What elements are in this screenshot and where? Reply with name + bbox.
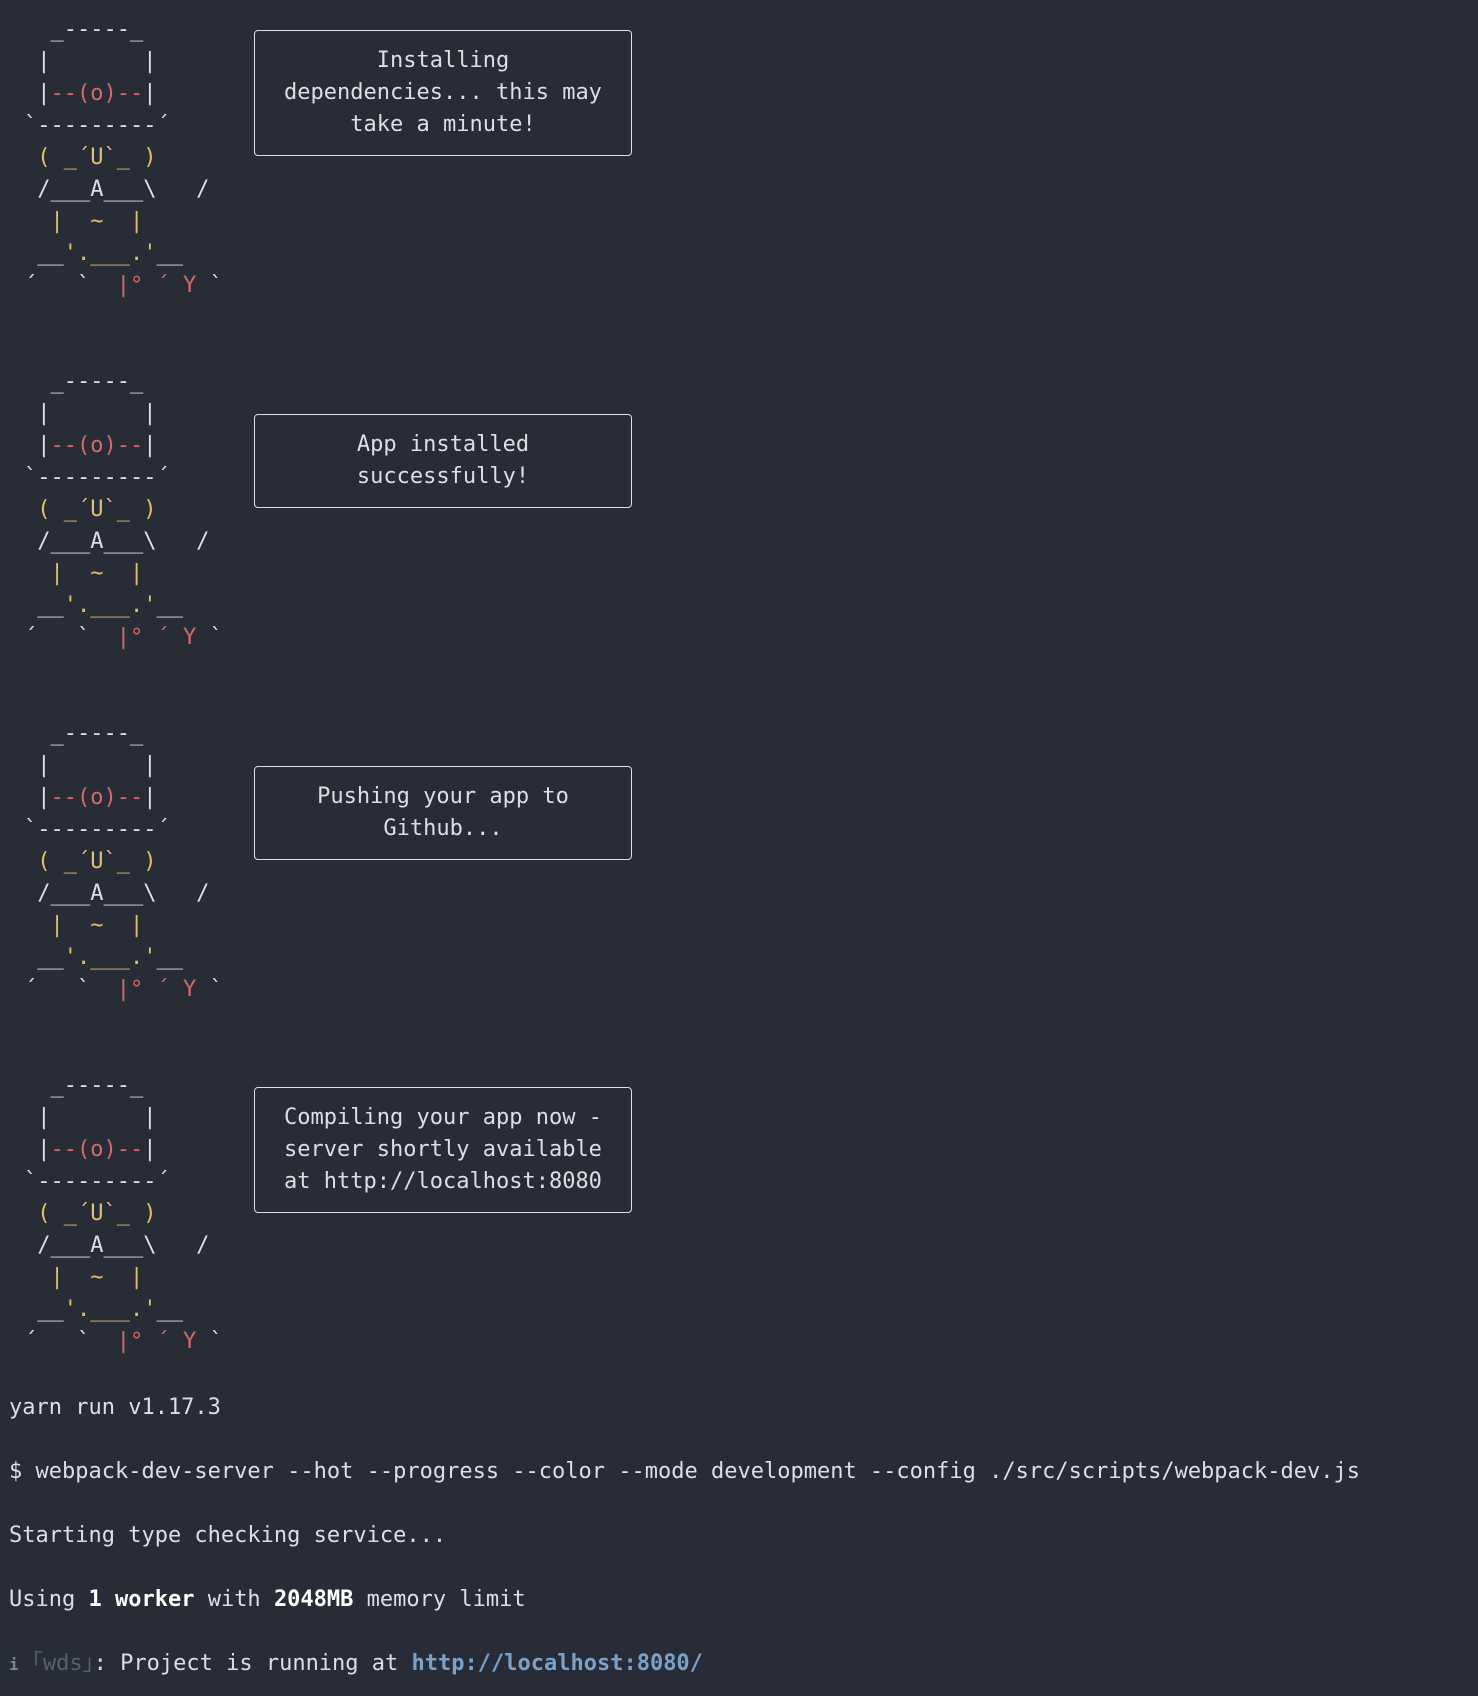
yarn-version-line: yarn run v1.17.3	[9, 1395, 221, 1420]
speech-bubble: Pushing your app to Github...	[254, 766, 632, 860]
info-icon: i	[9, 1655, 19, 1674]
step-compiling: _-----_ | | |--(o)--| `---------´ ( _´U`…	[0, 1070, 700, 1370]
running-text: : Project is running at	[93, 1651, 412, 1676]
localhost-link[interactable]: http://localhost:8080/	[412, 1651, 703, 1676]
command-line: $ webpack-dev-server --hot --progress --…	[9, 1459, 1361, 1484]
speech-bubble: Installing dependencies... this may take…	[254, 30, 632, 156]
wds-status-line: i ｢wds｣: Project is running at http://lo…	[9, 1648, 703, 1681]
using-prefix: Using	[9, 1587, 89, 1612]
terminal-window: _-----_ | | |--(o)--| `---------´ ( _´U`…	[0, 0, 1478, 1696]
yeoman-ascii-art: _-----_ | | |--(o)--| `---------´ ( _´U`…	[24, 369, 223, 650]
worker-count: 1 worker	[88, 1587, 195, 1612]
speech-bubble: App installed successfully!	[254, 414, 632, 508]
worker-line: Using 1 worker with 2048MB memory limit	[9, 1584, 526, 1616]
wds-tag: ｢wds｣	[31, 1651, 94, 1676]
memory-limit-value: 2048MB	[273, 1587, 354, 1612]
limit-text: memory limit	[353, 1587, 526, 1612]
step-installing: _-----_ | | |--(o)--| `---------´ ( _´U`…	[0, 14, 700, 314]
type-check-line: Starting type checking service...	[9, 1523, 447, 1548]
step-pushing: _-----_ | | |--(o)--| `---------´ ( _´U`…	[0, 718, 700, 1018]
yeoman-ascii-art: _-----_ | | |--(o)--| `---------´ ( _´U`…	[24, 721, 223, 1002]
yeoman-ascii-art: _-----_ | | |--(o)--| `---------´ ( _´U`…	[24, 17, 223, 298]
speech-bubble: Compiling your app now - server shortly …	[254, 1087, 632, 1213]
with-text: with	[194, 1587, 274, 1612]
yeoman-ascii-art: _-----_ | | |--(o)--| `---------´ ( _´U`…	[24, 1073, 223, 1354]
step-installed: _-----_ | | |--(o)--| `---------´ ( _´U`…	[0, 366, 700, 666]
